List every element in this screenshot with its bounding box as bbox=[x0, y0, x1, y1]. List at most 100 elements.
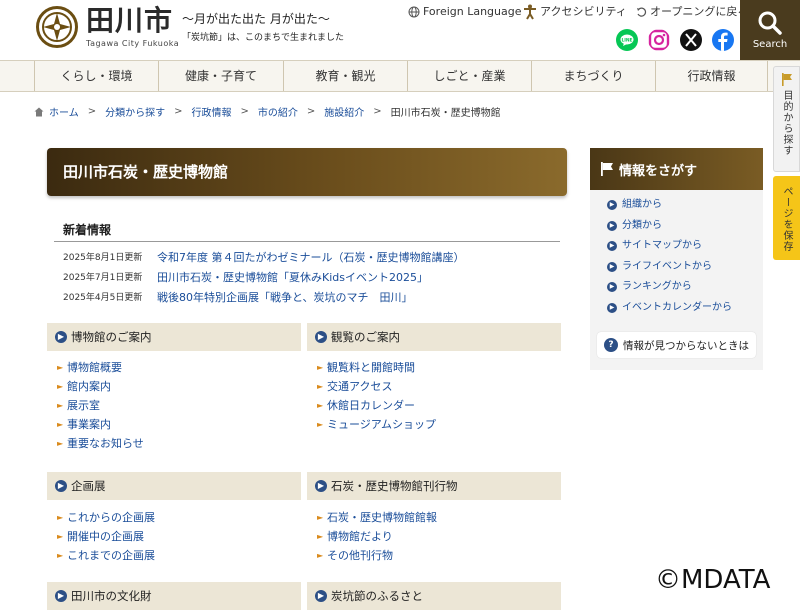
gnav-item-health[interactable]: 健康・子育て bbox=[158, 61, 283, 91]
breadcrumb-home[interactable]: ホーム bbox=[49, 104, 79, 119]
breadcrumb-facilities[interactable]: 施設紹介 bbox=[324, 104, 364, 119]
save-page-label: ページを保存 bbox=[781, 186, 792, 252]
circle-arrow-icon: ▶ bbox=[607, 261, 617, 272]
copyright-watermark: ©MDATA bbox=[655, 565, 771, 595]
circle-arrow-icon: ▶ bbox=[607, 302, 617, 313]
box-cultural-assets-title: 田川市の文化財 bbox=[71, 589, 152, 603]
gnav-item-administration[interactable]: 行政情報 bbox=[655, 61, 768, 91]
list-item[interactable]: ► 事業案内 bbox=[55, 415, 309, 434]
accessibility-label: アクセシビリティ bbox=[540, 5, 627, 18]
find-info-list: ▶ 組織から ▶ 分類から ▶ サイトマップから ▶ ライフイベントから ▶ ランキングか… bbox=[607, 195, 732, 318]
breadcrumb-administration[interactable]: 行政情報 bbox=[191, 104, 231, 119]
find-info-item-label: イベントカレンダーから bbox=[622, 301, 732, 313]
list-item[interactable]: ► ミュージアムショップ bbox=[315, 415, 569, 434]
find-info-item[interactable]: ▶ ランキングから bbox=[607, 277, 732, 298]
line-icon[interactable]: LINE bbox=[616, 29, 638, 51]
breadcrumb-city-intro[interactable]: 市の紹介 bbox=[258, 104, 298, 119]
flag-icon bbox=[601, 162, 613, 176]
foreign-language-link[interactable]: Foreign Language bbox=[408, 4, 522, 20]
gnav-item-education[interactable]: 教育・観光 bbox=[283, 61, 407, 91]
box-publications-list: ► 石炭・歴史博物館館報 ► 博物館だより ► その他刊行物 bbox=[315, 508, 569, 565]
home-icon bbox=[34, 107, 44, 116]
box-museum-guide-list: ► 博物館概要 ► 館内案内 ► 展示室 ► 事業案内 ► 重要なお知らせ bbox=[55, 358, 309, 453]
list-item[interactable]: ► 観覧料と開館時間 bbox=[315, 358, 569, 377]
arrow-right-icon: ► bbox=[57, 363, 64, 372]
arrow-right-icon: ► bbox=[317, 551, 324, 560]
purpose-search-tab[interactable]: 目的から探す bbox=[773, 66, 800, 172]
find-info-item[interactable]: ▶ ライフイベントから bbox=[607, 257, 732, 278]
page-title: 田川市石炭・歴史博物館 bbox=[47, 148, 567, 196]
global-nav: くらし・環境 健康・子育て 教育・観光 しごと・産業 まちづくり 行政情報 bbox=[0, 60, 800, 92]
purpose-search-label: 目的から探す bbox=[781, 90, 792, 156]
tagline-sub: 「炭坑節」は、このまちで生まれました bbox=[182, 33, 345, 43]
breadcrumb-current: 田川市石炭・歴史博物館 bbox=[390, 108, 501, 119]
chevron-right-icon: > bbox=[174, 106, 183, 117]
list-item[interactable]: ► 館内案内 bbox=[55, 377, 309, 396]
arrow-right-icon: ► bbox=[317, 401, 324, 410]
circle-arrow-icon: ▶ bbox=[315, 590, 327, 602]
list-item[interactable]: ► 開催中の企画展 bbox=[55, 527, 309, 546]
circle-arrow-icon: ▶ bbox=[607, 282, 617, 293]
box-tankobushi-heading[interactable]: ▶ 炭坑節のふるさと bbox=[307, 582, 561, 610]
list-item-label: これからの企画展 bbox=[67, 511, 155, 524]
box-exhibitions-title: 企画展 bbox=[71, 479, 106, 493]
list-item[interactable]: ► その他刊行物 bbox=[315, 546, 569, 565]
list-item[interactable]: ► 休館日カレンダー bbox=[315, 396, 569, 415]
find-info-item[interactable]: ▶ サイトマップから bbox=[607, 236, 732, 257]
flag-icon bbox=[781, 73, 792, 86]
list-item-label: 事業案内 bbox=[67, 418, 111, 431]
list-item[interactable]: ► 重要なお知らせ bbox=[55, 434, 309, 453]
back-to-opening-link[interactable]: オープニングに戻る bbox=[636, 4, 748, 20]
list-item-label: 展示室 bbox=[67, 399, 100, 412]
save-page-tab[interactable]: ページを保存 bbox=[773, 176, 800, 260]
arrow-right-icon: ► bbox=[317, 363, 324, 372]
accessibility-link[interactable]: アクセシビリティ bbox=[523, 4, 627, 20]
box-publications-heading[interactable]: ▶ 石炭・歴史博物館刊行物 bbox=[307, 472, 561, 500]
search-button[interactable]: Search bbox=[740, 0, 800, 60]
list-item[interactable]: ► 博物館だより bbox=[315, 527, 569, 546]
city-emblem-icon[interactable] bbox=[36, 6, 78, 48]
list-item[interactable]: ► 博物館概要 bbox=[55, 358, 309, 377]
circle-arrow-icon: ▶ bbox=[607, 241, 617, 252]
arrow-right-icon: ► bbox=[57, 401, 64, 410]
list-item[interactable]: ► 交通アクセス bbox=[315, 377, 569, 396]
gnav-item-work[interactable]: しごと・産業 bbox=[407, 61, 531, 91]
list-item[interactable]: ► これまでの企画展 bbox=[55, 546, 309, 565]
box-cultural-assets-heading[interactable]: ▶ 田川市の文化財 bbox=[47, 582, 301, 610]
search-icon bbox=[758, 11, 782, 35]
news-link[interactable]: 田川市石炭・歴史博物館「夏休みKidsイベント2025」 bbox=[157, 268, 428, 288]
news-link[interactable]: 戦後80年特別企画展「戦争と、炭坑のマチ 田川」 bbox=[157, 288, 413, 308]
gnav-item-living[interactable]: くらし・環境 bbox=[34, 61, 158, 91]
find-info-item-label: ライフイベントから bbox=[622, 260, 712, 272]
find-info-item[interactable]: ▶ 分類から bbox=[607, 216, 732, 237]
news-divider bbox=[54, 241, 560, 242]
box-tankobushi-title: 炭坑節のふるさと bbox=[331, 589, 423, 603]
box-visit-guide-heading[interactable]: ▶ 観覧のご案内 bbox=[307, 323, 561, 351]
box-exhibitions-heading[interactable]: ▶ 企画展 bbox=[47, 472, 301, 500]
instagram-icon[interactable] bbox=[648, 29, 670, 51]
box-museum-guide-heading[interactable]: ▶ 博物館のご案内 bbox=[47, 323, 301, 351]
chevron-right-icon: > bbox=[373, 106, 382, 117]
x-icon[interactable] bbox=[680, 29, 702, 51]
list-item-label: 博物館概要 bbox=[67, 361, 122, 374]
arrow-right-icon: ► bbox=[57, 439, 64, 448]
news-link[interactable]: 令和7年度 第４回たがわゼミナール（石炭・歴史博物館講座） bbox=[157, 248, 465, 268]
list-item-label: 交通アクセス bbox=[327, 380, 393, 393]
site-logo-name[interactable]: 田川市 bbox=[86, 4, 173, 38]
list-item[interactable]: ► 石炭・歴史博物館館報 bbox=[315, 508, 569, 527]
box-exhibitions-list: ► これからの企画展 ► 開催中の企画展 ► これまでの企画展 bbox=[55, 508, 309, 565]
svg-text:LINE: LINE bbox=[621, 37, 632, 43]
list-item[interactable]: ► これからの企画展 bbox=[55, 508, 309, 527]
news-date: 2025年4月5日更新 bbox=[63, 293, 143, 303]
facebook-icon[interactable] bbox=[712, 29, 734, 51]
list-item[interactable]: ► 展示室 bbox=[55, 396, 309, 415]
back-arrow-icon bbox=[637, 6, 647, 17]
breadcrumb-category[interactable]: 分類から探す bbox=[105, 104, 165, 119]
gnav-item-town[interactable]: まちづくり bbox=[531, 61, 655, 91]
site-header: 田川市 Tagawa City Fukuoka 〜月が出た出た 月が出た〜 「炭… bbox=[0, 0, 800, 60]
find-info-item[interactable]: ▶ 組織から bbox=[607, 195, 732, 216]
breadcrumb: ホーム > 分類から探す > 行政情報 > 市の紹介 > 施設紹介 > 田川市石… bbox=[34, 104, 501, 119]
find-info-item[interactable]: ▶ イベントカレンダーから bbox=[607, 298, 732, 319]
not-found-help-link[interactable]: ? 情報が見つからないときは bbox=[597, 332, 756, 358]
chevron-right-icon: > bbox=[306, 106, 316, 117]
